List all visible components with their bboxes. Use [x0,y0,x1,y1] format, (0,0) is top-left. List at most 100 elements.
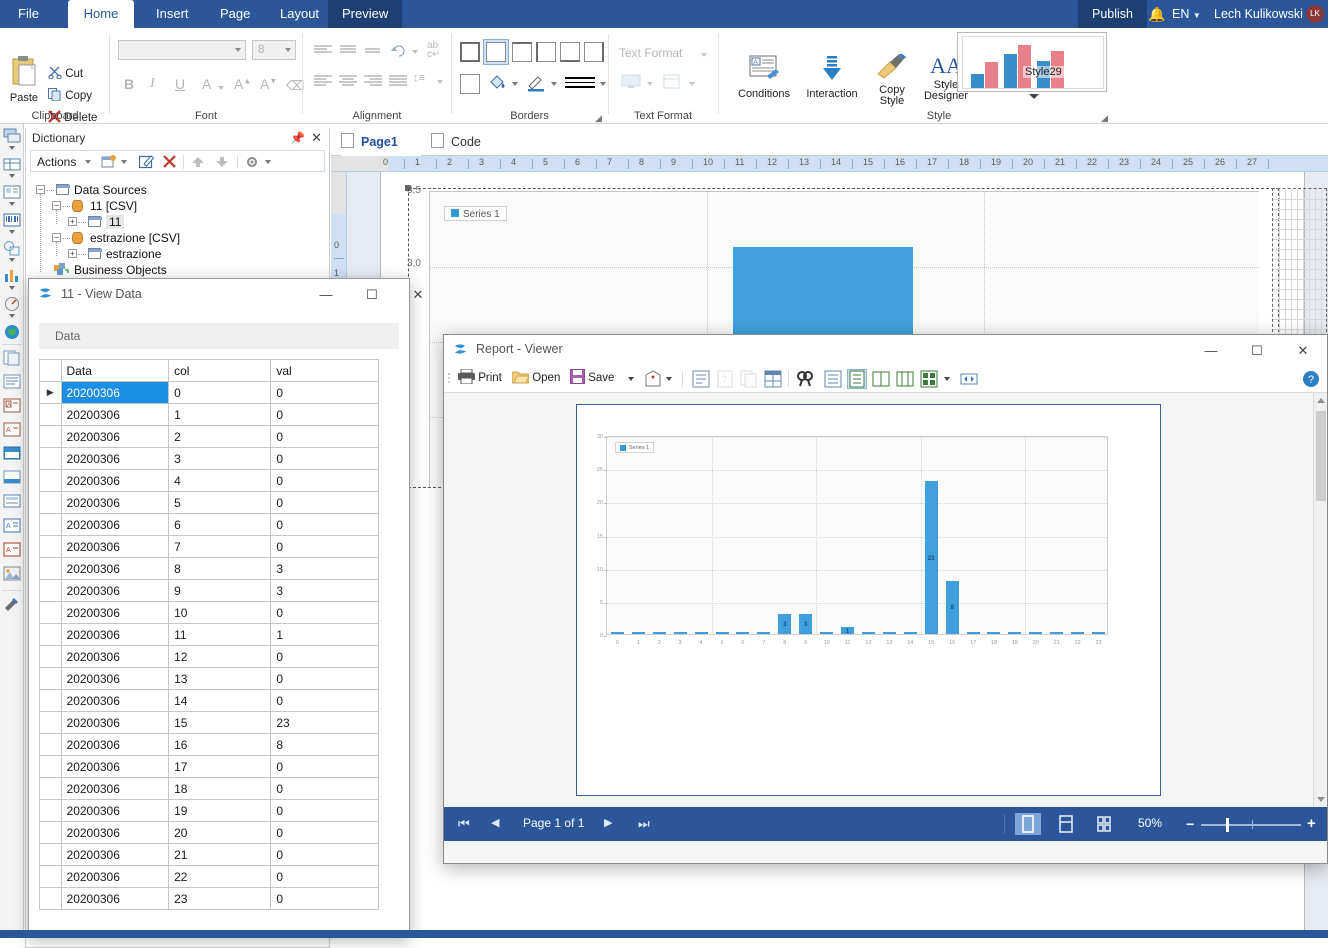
copy-button[interactable]: Copy [48,88,92,102]
close-button[interactable]: ✕ [397,279,439,311]
pin-icon[interactable]: 📌 [290,131,305,145]
toolbox-card-icon[interactable] [3,184,21,200]
paste-button[interactable]: Paste [6,56,42,104]
cell-col[interactable]: 8 [168,557,272,580]
table-row[interactable]: 20200306 14 0 [39,689,379,712]
column-header-col[interactable]: col [168,359,272,382]
chart-bar[interactable] [966,631,980,634]
cell-val[interactable]: 0 [270,447,379,470]
multi-page-view-icon[interactable] [896,370,914,388]
toolbox-subreport-icon[interactable] [3,350,21,366]
cell-col[interactable]: 21 [168,843,272,866]
cell-data[interactable]: 20200306 [60,469,170,492]
cell-data[interactable]: 20200306 [60,887,170,910]
chevron-down-icon[interactable] [9,286,15,290]
cell-val[interactable]: 0 [270,799,379,822]
delete-icon[interactable] [163,155,176,168]
horizontal-ruler[interactable]: 0 1 2 3 4 5 6 7 8 9 10 11 12 13 14 15 16 17 18 19 20 21 22 23 24… [331,156,1328,172]
chart-bar[interactable] [861,631,875,634]
toolbox-band-icon[interactable] [3,128,21,144]
table-row[interactable]: 20200306 11 1 [39,623,379,646]
table-row[interactable]: 20200306 2 0 [39,425,379,448]
cell-col[interactable]: 6 [168,513,272,536]
cell-data[interactable]: 20200306 [60,425,170,448]
row-marker[interactable] [39,403,62,426]
row-marker[interactable] [39,601,62,624]
fill-color-button[interactable] [488,74,506,92]
table-row[interactable]: 20200306 6 0 [39,513,379,536]
row-marker[interactable] [39,821,62,844]
chart-bar[interactable] [757,631,771,634]
cell-col[interactable]: 11 [168,623,272,646]
tab-page1[interactable]: Page1 [341,130,421,156]
tab-layout[interactable]: Layout [266,0,333,28]
border-bottom-button[interactable] [560,42,580,62]
cell-data[interactable]: 20200306 [60,403,170,426]
toolbox-rtf-icon[interactable]: A [3,542,21,558]
cell-col[interactable]: 19 [168,799,272,822]
cell-data[interactable]: 20200306 [60,491,170,514]
interaction-button[interactable]: Interaction [799,54,865,100]
table-row[interactable]: 20200306 7 0 [39,535,379,558]
open-button[interactable]: Open [511,369,560,389]
cell-col[interactable]: 5 [168,491,272,514]
row-marker[interactable] [39,733,62,756]
table-row[interactable]: 20200306 4 0 [39,469,379,492]
underline-button[interactable]: U [175,76,185,92]
copy-style-button[interactable]: Copy Style [867,53,917,107]
last-page-button[interactable]: ⏭ [638,816,650,832]
row-marker[interactable] [39,447,62,470]
gear-icon[interactable] [245,155,259,172]
toolbar-grip[interactable] [448,372,452,386]
row-marker[interactable] [39,689,62,712]
report-page-preview[interactable]: Series 1 0 5 10 15 20 25 30 0 1 2 3 4 5 6 7 3 8 3 9 10 1 11 12… [576,404,1161,796]
cell-val[interactable]: 0 [270,535,379,558]
decrease-font-size-button[interactable]: A▼ [260,76,277,92]
cell-val[interactable]: 0 [270,755,379,778]
align-right-button[interactable] [363,72,385,88]
border-right-button[interactable] [584,42,604,62]
table-row[interactable]: 20200306 22 0 [39,865,379,888]
cell-data[interactable]: 20200306 [60,777,170,800]
toolbox-image-icon[interactable] [3,566,21,582]
font-family-combo[interactable] [118,40,246,60]
first-page-button[interactable]: ⏮ [458,816,470,832]
cell-val[interactable]: 0 [270,491,379,514]
view-data-tab[interactable]: Data [39,323,399,349]
cell-val[interactable]: 0 [270,689,379,712]
italic-button[interactable]: I [150,76,155,92]
move-down-icon[interactable] [215,156,229,171]
toolbox-map-icon[interactable] [3,324,21,340]
edit-icon[interactable] [138,154,155,169]
cell-col[interactable]: 9 [168,579,272,602]
cell-col[interactable]: 10 [168,601,272,624]
two-page-view-icon[interactable] [872,370,890,388]
copy-page-icon[interactable] [740,370,758,388]
row-marker[interactable] [39,491,62,514]
chart-bar[interactable] [1092,631,1105,634]
cell-val[interactable]: 23 [270,711,379,734]
cell-data[interactable]: 20200306 [60,447,170,470]
toolbox-rich-text-icon[interactable]: A [3,398,21,414]
maximize-button[interactable]: ☐ [351,279,393,311]
align-top-button[interactable] [313,42,335,58]
cell-col[interactable]: 22 [168,865,272,888]
new-item-icon[interactable] [101,154,117,169]
table-row[interactable]: 20200306 19 0 [39,799,379,822]
chevron-down-icon[interactable] [9,314,15,318]
toolbox-barcode-icon[interactable] [3,212,21,228]
cell-data[interactable]: 20200306 [60,755,170,778]
cell-val[interactable]: 0 [270,887,379,910]
minimize-button[interactable]: — [305,279,347,311]
zoom-slider-thumb[interactable] [1226,818,1229,832]
cell-data[interactable]: 20200306 [60,821,170,844]
expander-icon[interactable]: + [68,217,77,226]
view-mode-single-button[interactable] [1015,813,1041,835]
cell-col[interactable]: 2 [168,425,272,448]
cell-data[interactable]: 20200306 [60,733,170,756]
borders-dialog-launcher[interactable]: ◢ [595,113,604,123]
cell-val[interactable]: 1 [270,623,379,646]
chart-bar[interactable] [1029,631,1043,634]
border-all-button[interactable] [460,42,480,62]
toolbox-crosstab-icon[interactable] [3,156,21,172]
